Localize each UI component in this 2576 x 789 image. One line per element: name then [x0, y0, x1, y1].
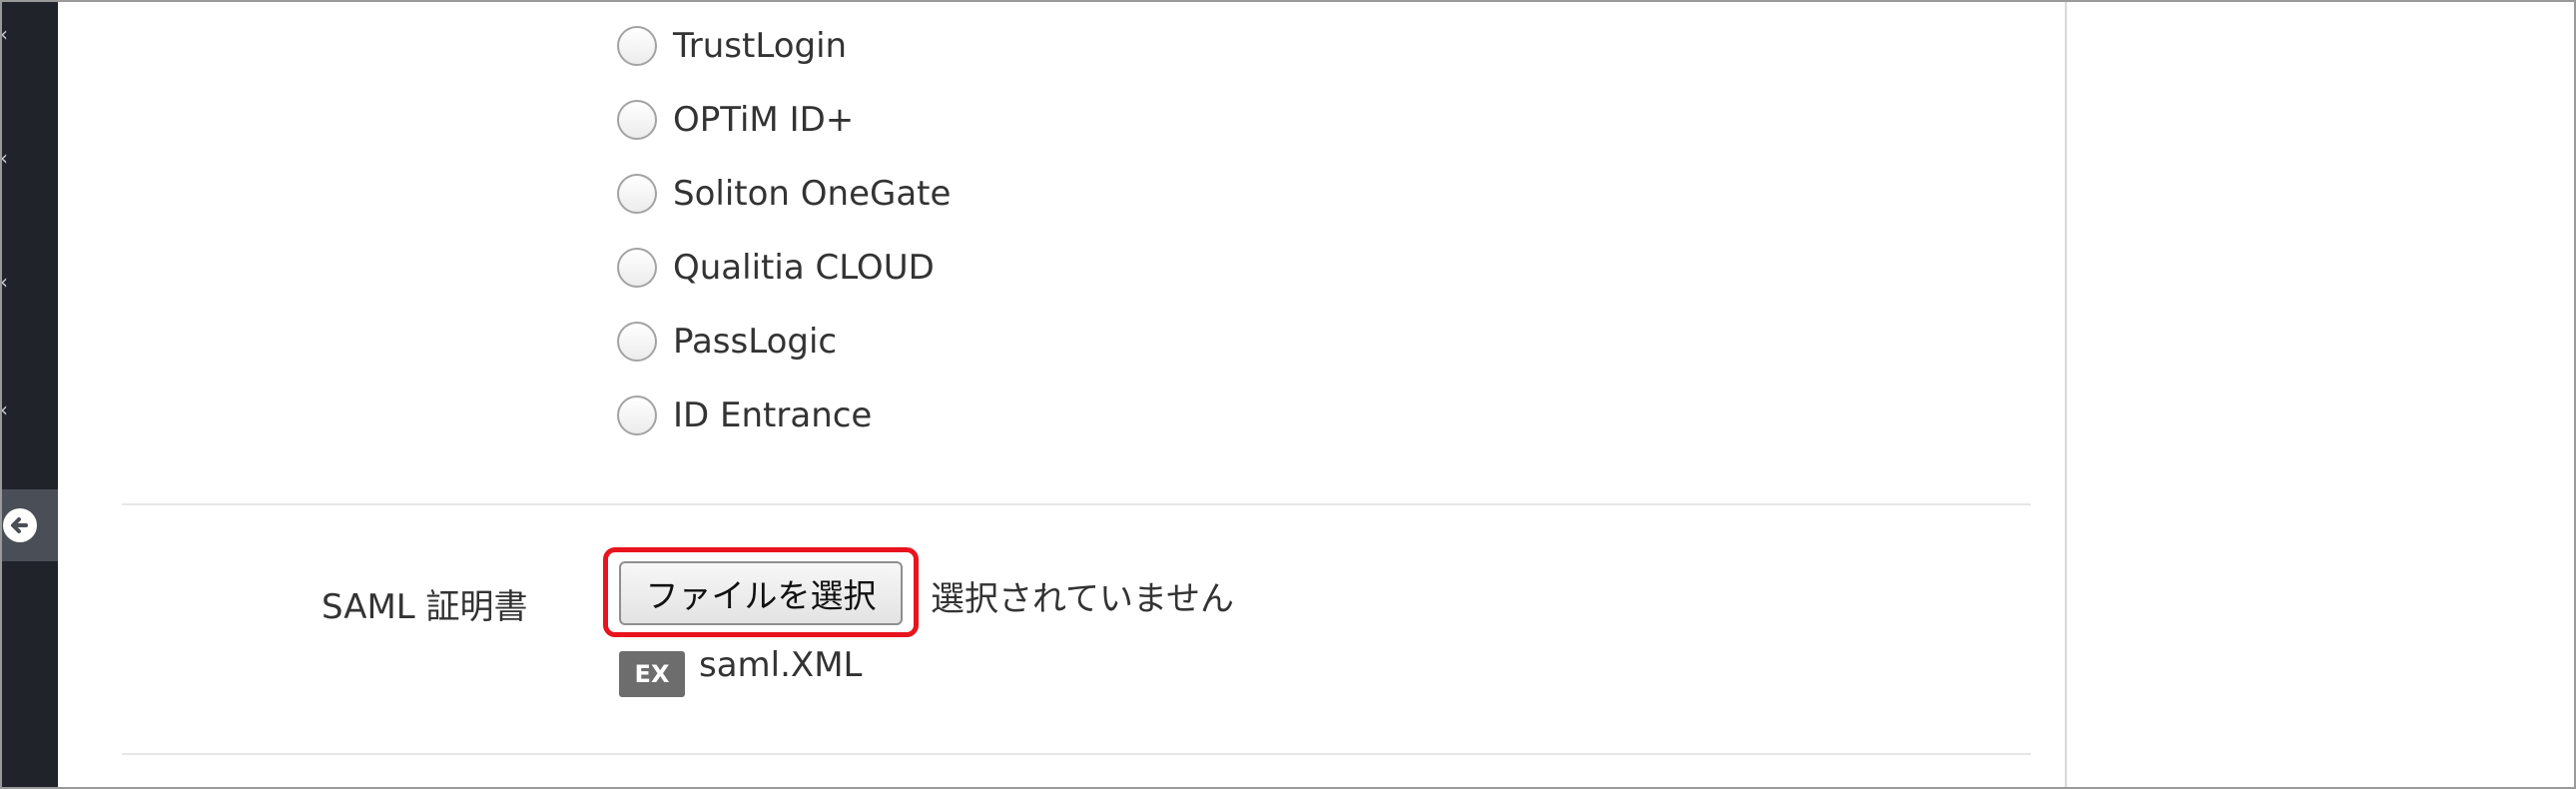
radio-label: ID Entrance: [673, 395, 873, 435]
radio-label: PassLogic: [673, 322, 838, 362]
radio-option-optim-id[interactable]: OPTiM ID+: [617, 96, 854, 144]
radio-option-soliton-onegate[interactable]: Soliton OneGate: [617, 170, 951, 218]
example-filename: saml.XML: [699, 645, 863, 685]
radio-button[interactable]: [617, 100, 657, 140]
section-divider: [122, 753, 2031, 755]
radio-option-qualitia-cloud[interactable]: Qualitia CLOUD: [617, 244, 935, 292]
arrow-circle-left-icon: [3, 508, 37, 542]
example-badge: EX: [619, 651, 685, 697]
radio-option-passlogic[interactable]: PassLogic: [617, 318, 837, 366]
chevron-left-icon[interactable]: ‹: [2, 150, 16, 166]
radio-button[interactable]: [617, 26, 657, 66]
radio-label: Qualitia CLOUD: [673, 248, 935, 288]
radio-label: OPTiM ID+: [673, 100, 855, 140]
radio-label: TrustLogin: [673, 26, 848, 66]
radio-button[interactable]: [617, 322, 657, 362]
sidebar-collapse-button[interactable]: [2, 489, 58, 561]
chevron-left-icon[interactable]: ‹: [2, 401, 16, 417]
file-status-text: 選択されていません: [931, 579, 1234, 619]
radio-button[interactable]: [617, 174, 657, 214]
section-divider: [122, 503, 2031, 505]
right-panel: [2065, 2, 2574, 787]
sidebar: ‹ ‹ ‹ ‹: [2, 2, 58, 787]
chevron-left-icon[interactable]: ‹: [2, 274, 16, 290]
radio-option-trustlogin[interactable]: TrustLogin: [617, 22, 847, 70]
chevron-left-icon[interactable]: ‹: [2, 26, 16, 42]
radio-button[interactable]: [617, 248, 657, 288]
radio-label: Soliton OneGate: [673, 174, 952, 214]
radio-option-id-entrance[interactable]: ID Entrance: [617, 392, 872, 439]
saml-certificate-label: SAML 証明書: [322, 587, 528, 627]
browser-frame: ‹ ‹ ‹ ‹ TrustLogin OPTiM ID+ Soliton One…: [0, 0, 2576, 789]
choose-file-button[interactable]: ファイルを選択: [619, 561, 903, 625]
radio-button[interactable]: [617, 395, 657, 435]
settings-form: TrustLogin OPTiM ID+ Soliton OneGate Qua…: [58, 2, 2065, 787]
